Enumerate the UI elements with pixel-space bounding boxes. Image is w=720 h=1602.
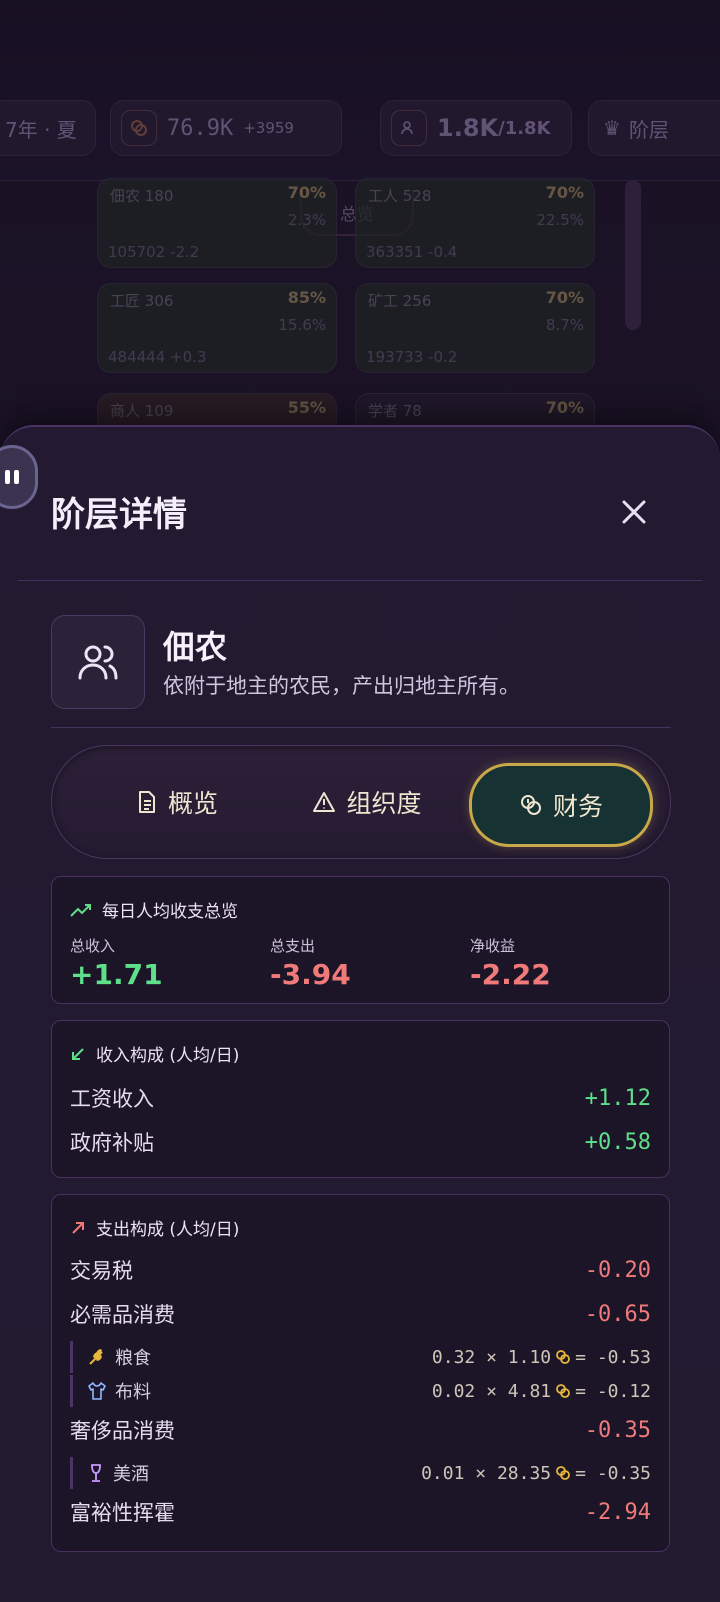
coins-icon: [520, 795, 541, 815]
subrow-label-wrap: 粮食: [87, 1344, 151, 1370]
income-panel: 收入构成 (人均/日) 工资收入 +1.12 政府补贴 +0.58: [51, 1020, 670, 1178]
income-row: 政府补贴 +0.58: [70, 1127, 651, 1157]
warning-icon: [313, 792, 336, 812]
subrow-formula: 0.01 × 28.35: [421, 1462, 552, 1484]
arrow-down-left-icon: [72, 1047, 84, 1060]
expense-title: 支出构成 (人均/日): [96, 1220, 240, 1240]
income-stat: 总收入 +1.71: [70, 935, 163, 991]
shirt-icon: [88, 1382, 106, 1400]
expense-value: -3.94: [270, 958, 351, 991]
detail-tabs: 概览 组织度 财务: [51, 745, 671, 859]
expense-panel: 支出构成 (人均/日) 交易税 -0.20 必需品消费 -0.65 粮食 0.3…: [51, 1194, 670, 1552]
users-icon: [78, 645, 118, 680]
net-value: -2.22: [470, 958, 551, 991]
class-avatar: [51, 615, 145, 709]
coins-icon: [556, 1466, 571, 1480]
close-icon: [622, 500, 646, 524]
expense-stat: 总支出 -3.94: [270, 935, 351, 991]
row-value: -0.65: [584, 1301, 651, 1327]
pause-icon-bar: [14, 470, 19, 484]
row-label: 富裕性挥霍: [70, 1501, 175, 1525]
tab-overview[interactable]: 概览: [92, 763, 262, 841]
expense-row-luxury: 奢侈品消费 -0.35: [70, 1415, 651, 1445]
subrow-value-wrap: 0.02 × 4.81 = -0.12: [432, 1381, 651, 1402]
row-value: -2.94: [584, 1499, 651, 1525]
row-label: 必需品消费: [70, 1303, 175, 1327]
coins-icon: [556, 1350, 571, 1364]
subrow-result: = -0.12: [575, 1380, 651, 1402]
subrow-result: = -0.35: [575, 1462, 651, 1484]
row-value: -0.20: [584, 1257, 651, 1283]
expense-header: 支出构成 (人均/日): [70, 1215, 239, 1240]
expense-label: 总支出: [270, 937, 316, 955]
tab-finance[interactable]: 财务: [469, 763, 653, 847]
row-value: -0.35: [584, 1417, 651, 1443]
expense-row-lavish: 富裕性挥霍 -2.94: [70, 1497, 651, 1527]
row-value: +1.12: [584, 1085, 651, 1111]
net-label: 净收益: [470, 937, 516, 955]
row-label: 工资收入: [70, 1087, 154, 1111]
subrow-value-wrap: 0.32 × 1.10 = -0.53: [432, 1347, 651, 1368]
income-value: +1.71: [70, 958, 163, 991]
row-label: 政府补贴: [70, 1131, 154, 1155]
expense-subrow-grain: 粮食 0.32 × 1.10 = -0.53: [70, 1341, 651, 1373]
subrow-formula: 0.32 × 1.10: [431, 1346, 552, 1368]
subrow-label: 布料: [115, 1382, 151, 1403]
income-header: 收入构成 (人均/日): [70, 1041, 239, 1066]
income-label: 总收入: [70, 937, 116, 955]
divider: [51, 727, 671, 728]
income-title: 收入构成 (人均/日): [96, 1046, 240, 1066]
wine-glass-icon: [91, 1464, 101, 1482]
document-icon: [138, 791, 155, 813]
income-row: 工资收入 +1.12: [70, 1083, 651, 1113]
subrow-label-wrap: 布料: [87, 1378, 151, 1404]
sheet-title: 阶层详情: [51, 495, 187, 535]
tab-overview-label: 概览: [167, 789, 218, 818]
subrow-label-wrap: 美酒: [87, 1460, 149, 1486]
subrow-label: 美酒: [113, 1464, 149, 1485]
summary-panel: 每日人均收支总览 总收入 +1.71 总支出 -3.94 净收益 -2.22: [51, 876, 670, 1004]
summary-title: 每日人均收支总览: [102, 902, 238, 922]
class-name: 佃农: [163, 628, 228, 666]
coins-icon: [556, 1384, 571, 1398]
tab-finance-label: 财务: [552, 792, 603, 821]
expense-row-necessities: 必需品消费 -0.65: [70, 1299, 651, 1329]
tab-organization[interactable]: 组织度: [272, 763, 462, 841]
wheat-icon: [89, 1349, 103, 1365]
expense-subrow-cloth: 布料 0.02 × 4.81 = -0.12: [70, 1375, 651, 1407]
subrow-formula: 0.02 × 4.81: [431, 1380, 552, 1402]
subrow-label: 粮食: [115, 1348, 151, 1369]
row-label: 交易税: [70, 1259, 133, 1283]
summary-header: 每日人均收支总览: [70, 897, 238, 922]
net-stat: 净收益 -2.22: [470, 935, 551, 991]
close-button[interactable]: [612, 490, 656, 534]
subrow-result: = -0.53: [575, 1346, 651, 1368]
expense-subrow-wine: 美酒 0.01 × 28.35 = -0.35: [70, 1457, 651, 1489]
pause-icon: [5, 470, 10, 484]
row-label: 奢侈品消费: [70, 1419, 175, 1443]
tab-organization-label: 组织度: [346, 789, 422, 818]
trending-up-icon: [70, 903, 91, 917]
class-description: 依附于地主的农民，产出归地主所有。: [163, 674, 520, 698]
row-value: +0.58: [584, 1129, 651, 1155]
divider: [18, 580, 702, 581]
arrow-up-right-icon: [72, 1221, 84, 1234]
expense-row-trade-tax: 交易税 -0.20: [70, 1255, 651, 1285]
subrow-value-wrap: 0.01 × 28.35 = -0.35: [421, 1463, 651, 1484]
